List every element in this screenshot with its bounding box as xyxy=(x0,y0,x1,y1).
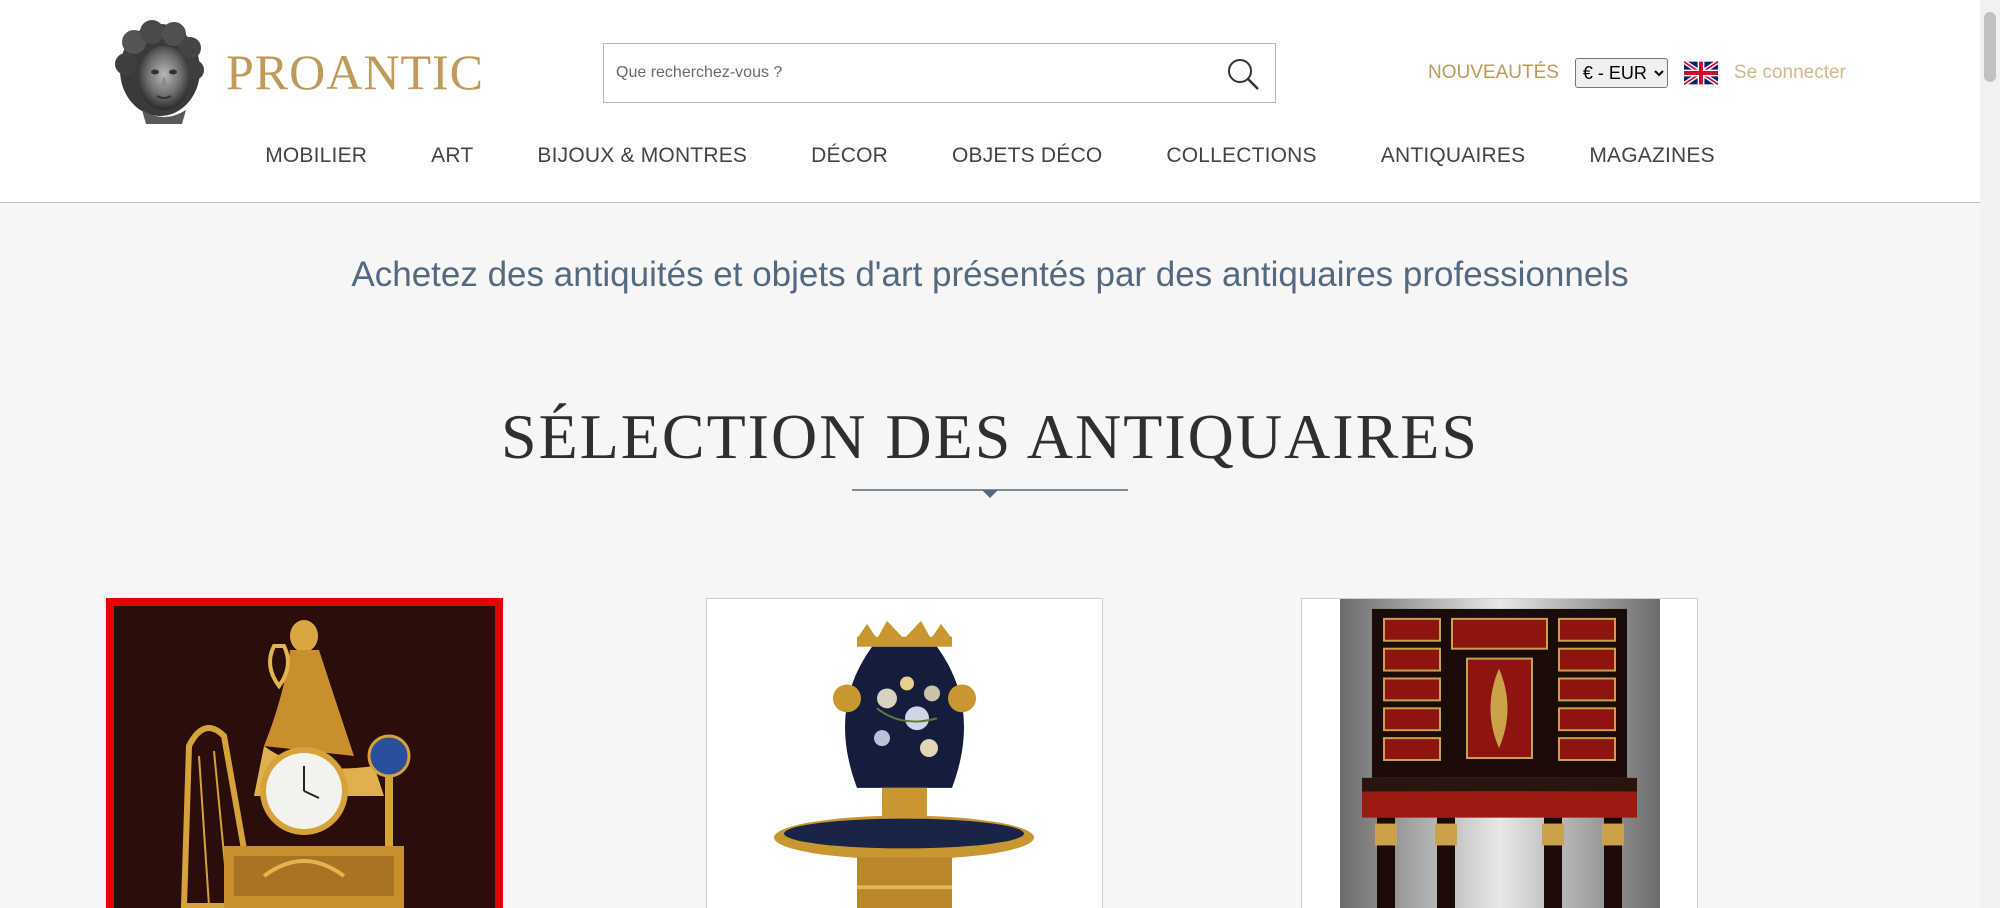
product-image-cabinet xyxy=(1302,599,1697,908)
nav-item-art[interactable]: ART xyxy=(431,144,473,168)
page-tagline: Achetez des antiquités et objets d'art p… xyxy=(351,255,1629,294)
nav-item-collections[interactable]: COLLECTIONS xyxy=(1166,144,1316,168)
main-nav: MOBILIER ART BIJOUX & MONTRES DÉCOR OBJE… xyxy=(0,144,1980,168)
section-title: SÉLECTION DES ANTIQUAIRES xyxy=(501,401,1479,472)
search-icon[interactable] xyxy=(1225,56,1261,92)
scrollbar-thumb[interactable] xyxy=(1984,12,1996,82)
nav-item-objets-deco[interactable]: OBJETS DÉCO xyxy=(952,144,1102,168)
site-logo[interactable]: PROANTIC xyxy=(112,20,484,124)
product-image-vase xyxy=(707,599,1102,908)
product-image-clock xyxy=(114,606,495,908)
search-input[interactable] xyxy=(616,44,1206,102)
login-link[interactable]: Se connecter xyxy=(1734,62,1846,84)
currency-select[interactable]: € - EUR xyxy=(1574,58,1668,88)
sculpted-head-logo-icon xyxy=(115,20,204,124)
nav-item-magazines[interactable]: MAGAZINES xyxy=(1589,144,1714,168)
logo-text: PROANTIC xyxy=(226,44,485,100)
product-card-cabinet[interactable] xyxy=(1301,598,1698,908)
nav-item-bijoux-montres[interactable]: BIJOUX & MONTRES xyxy=(537,144,747,168)
search-bar xyxy=(603,43,1276,103)
section-divider xyxy=(852,489,1128,498)
site-header: PROANTIC NOUVEAUTÉS € - EUR Se connecter… xyxy=(0,0,1980,203)
header-actions: NOUVEAUTÉS € - EUR Se connecter xyxy=(1428,57,1846,89)
product-card-vase[interactable] xyxy=(706,598,1103,908)
uk-flag-icon[interactable] xyxy=(1683,61,1718,85)
product-card-clock[interactable] xyxy=(106,598,503,908)
new-arrivals-link[interactable]: NOUVEAUTÉS xyxy=(1428,62,1559,84)
nav-item-mobilier[interactable]: MOBILIER xyxy=(265,144,367,168)
page-scrollbar[interactable] xyxy=(1980,0,2000,908)
nav-item-antiquaires[interactable]: ANTIQUAIRES xyxy=(1381,144,1526,168)
nav-item-decor[interactable]: DÉCOR xyxy=(811,144,888,168)
